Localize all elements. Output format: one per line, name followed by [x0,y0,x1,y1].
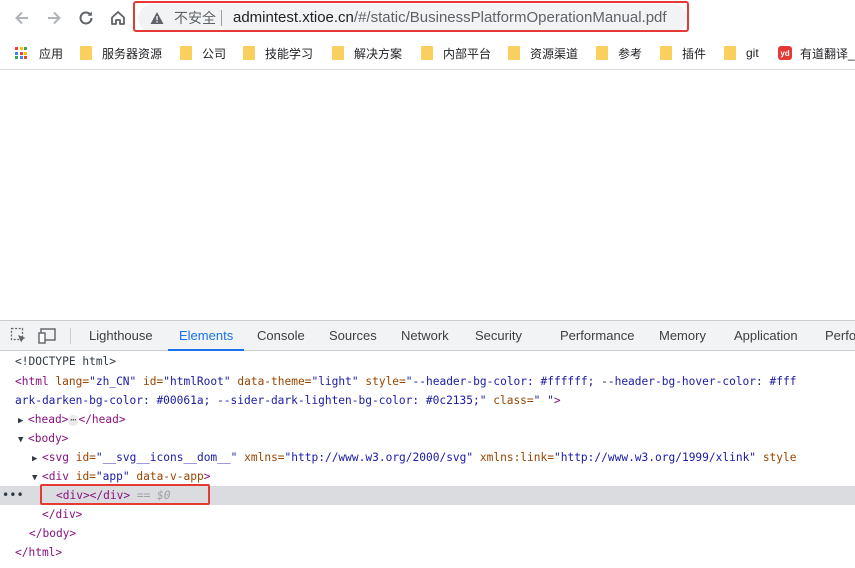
youdao-icon: yd [778,46,792,60]
apps-grid-icon [15,47,27,59]
home-icon [111,11,125,25]
tab-performance-insights[interactable]: Perfo [825,321,855,351]
bookmarks-bar: 应用 服务器资源 公司 技能学习 解决方案 内部平台 资源渠道 参考 插件 gi… [0,36,855,70]
bookmark-folder-reference[interactable]: 参考 [596,45,642,61]
browser-toolbar: 不安全 admintest.xtioe.cn/#/static/Business… [0,0,855,36]
back-button[interactable] [11,7,33,29]
device-toolbar-icon[interactable] [38,327,58,345]
dom-body-close[interactable]: </body> [29,524,855,543]
back-arrow-icon [15,11,28,25]
address-bar-highlight-box [133,1,689,32]
tab-application[interactable]: Application [734,321,798,351]
bookmark-label: 内部平台 [443,46,492,61]
bookmark-folder-solutions[interactable]: 解决方案 [332,45,402,61]
devtools-panel: Lighthouse Elements Console Sources Netw… [0,320,855,568]
dom-head[interactable]: ▶ <head> ⋯ </head> [18,410,855,429]
dom-doctype[interactable]: <!DOCTYPE html> [15,352,855,371]
bookmark-label: git [746,46,759,60]
tab-sources[interactable]: Sources [329,321,377,351]
inspect-element-icon[interactable] [10,327,28,345]
bookmark-label: 服务器资源 [102,46,163,61]
forward-arrow-icon [48,11,61,25]
bookmark-label: 技能学习 [265,46,314,61]
dom-html-close[interactable]: </html> [15,543,855,562]
bookmark-folder-git[interactable]: git [724,45,759,61]
folder-icon [180,46,192,60]
reload-button[interactable] [75,7,97,29]
more-options-icon[interactable]: ••• [2,486,24,505]
bookmark-folder-server-resources[interactable]: 服务器资源 [80,45,162,61]
bookmark-apps[interactable]: 应用 [15,45,63,61]
collapsed-content-pill[interactable]: ⋯ [68,414,79,426]
folder-icon [508,46,520,60]
tab-performance[interactable]: Performance [560,321,634,351]
bookmark-label: 应用 [39,46,64,61]
bookmark-folder-company[interactable]: 公司 [180,45,226,61]
devtools-tab-bar: Lighthouse Elements Console Sources Netw… [0,321,855,351]
tab-network[interactable]: Network [401,321,449,351]
dom-app-div-close[interactable]: </div> [42,505,855,524]
bookmark-label: 解决方案 [354,46,403,61]
folder-icon [421,46,433,60]
bookmark-folder-plugins[interactable]: 插件 [660,45,706,61]
folder-icon [596,46,608,60]
reload-icon [79,11,93,25]
collapse-triangle-icon[interactable]: ▼ [18,431,28,450]
dom-html-open-wrap: ark-darken-bg-color: #00061a; --sider-da… [15,394,561,407]
bookmark-folder-internal-platform[interactable]: 内部平台 [421,45,491,61]
tab-security[interactable]: Security [475,321,522,351]
bookmark-youdao-translate[interactable]: yd 有道翻译_ [778,45,855,61]
bookmark-label: 公司 [202,46,227,61]
dom-svg[interactable]: ▶ <svg id="__svg__icons__dom__" xmlns="ht… [32,448,855,467]
folder-icon [660,46,672,60]
dom-html-open[interactable]: <html lang="zh_CN" id="htmlRoot" data-th… [15,372,855,391]
bookmark-label: 参考 [618,46,643,61]
bookmark-label: 插件 [682,46,707,61]
folder-icon [332,46,344,60]
tab-bar-divider [70,328,71,344]
tab-lighthouse[interactable]: Lighthouse [89,321,153,351]
selected-node-highlight-box [40,484,210,505]
home-button[interactable] [107,7,129,29]
folder-icon [243,46,255,60]
forward-button[interactable] [43,7,65,29]
bookmark-folder-resource-channels[interactable]: 资源渠道 [508,45,578,61]
bookmark-folder-skills[interactable]: 技能学习 [243,45,313,61]
tab-memory[interactable]: Memory [659,321,706,351]
tab-elements[interactable]: Elements [167,321,245,351]
folder-icon [724,46,736,60]
bookmark-label: 资源渠道 [530,46,579,61]
folder-icon [80,46,92,60]
dom-body-open[interactable]: ▼ <body> [18,429,855,448]
bookmark-label: 有道翻译_ [800,46,855,61]
tab-console[interactable]: Console [257,321,305,351]
